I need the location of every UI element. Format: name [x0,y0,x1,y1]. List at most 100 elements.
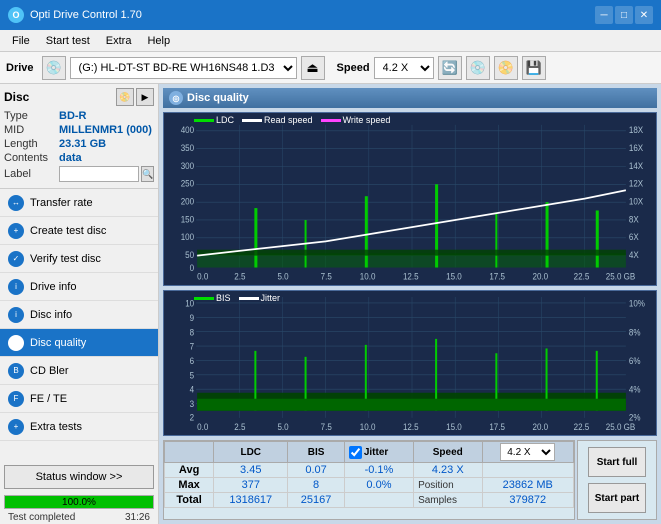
svg-text:50: 50 [185,249,194,260]
svg-text:350: 350 [181,142,194,153]
menu-help[interactable]: Help [139,33,178,49]
app-icon: O [8,7,24,23]
menu-extra[interactable]: Extra [98,33,140,49]
refresh-btn[interactable]: 🔄 [438,56,462,80]
svg-text:4%: 4% [629,384,641,395]
jitter-checkbox[interactable] [349,446,362,459]
drive-select[interactable]: (G:) HL-DT-ST BD-RE WH16NS48 1.D3 [70,57,297,79]
svg-text:4: 4 [190,384,195,395]
svg-text:20.0: 20.0 [532,271,548,282]
svg-text:8X: 8X [629,214,639,225]
legend-ldc-color [194,119,214,122]
drive-label: Drive [6,62,34,74]
nav-disc-info[interactable]: i Disc info [0,301,158,329]
svg-text:8: 8 [190,327,195,338]
nav-icon-fete: F [8,391,24,407]
nav-label-verify: Verify test disc [30,253,101,265]
total-bis: 25167 [288,493,345,508]
disc-mid-row: MID MILLENMR1 (000) [4,124,154,136]
speed-select[interactable]: 4.2 X [374,57,434,79]
nav-cd-bler[interactable]: B CD Bler [0,357,158,385]
panel-icon: ◎ [169,91,183,105]
svg-text:16X: 16X [629,142,643,153]
svg-text:12.5: 12.5 [403,422,419,433]
disc-contents-label: Contents [4,152,59,164]
svg-text:6: 6 [190,356,195,367]
lower-chart-svg: 10 9 8 7 6 5 4 3 2 10% 8% 6% 4% 2% [164,291,656,435]
nav-label-extra: Extra tests [30,421,82,433]
save-btn[interactable]: 💾 [522,56,546,80]
th-speed-select: 4.2 X [482,442,574,463]
nav-extra-tests[interactable]: + Extra tests [0,413,158,441]
svg-text:18X: 18X [629,125,643,136]
stats-row-total: Total 1318617 25167 Samples 379872 [165,493,574,508]
max-bis: 8 [288,478,345,493]
disc2-btn[interactable]: 📀 [494,56,518,80]
start-full-btn[interactable]: Start full [588,447,646,477]
nav-fe-te[interactable]: F FE / TE [0,385,158,413]
jitter-label: Jitter [364,447,388,458]
svg-text:2.5: 2.5 [234,422,245,433]
svg-text:4X: 4X [629,249,639,260]
nav-label-transfer: Transfer rate [30,197,93,209]
avg-ldc: 3.45 [214,463,288,478]
svg-text:10: 10 [185,298,194,309]
menu-start-test[interactable]: Start test [38,33,98,49]
legend-jitter-label: Jitter [261,293,281,303]
svg-text:250: 250 [181,178,194,189]
svg-text:100: 100 [181,232,194,243]
svg-text:10.0: 10.0 [360,422,376,433]
max-position-label: Position [414,478,482,493]
speed-select-stats[interactable]: 4.2 X [500,443,555,461]
svg-text:7.5: 7.5 [321,271,332,282]
disc-icon-btn2[interactable]: ▶ [136,88,154,106]
nav-create-test-disc[interactable]: + Create test disc [0,217,158,245]
legend-write-speed: Write speed [321,115,391,125]
nav-label-drive: Drive info [30,281,76,293]
svg-text:8%: 8% [629,327,641,338]
svg-text:25.0 GB: 25.0 GB [606,422,636,433]
disc-length-label: Length [4,138,59,150]
start-part-btn[interactable]: Start part [588,483,646,513]
th-bis: BIS [288,442,345,463]
speed-label: Speed [337,62,370,74]
svg-text:10%: 10% [629,298,645,309]
svg-text:5.0: 5.0 [277,271,288,282]
close-button[interactable]: ✕ [635,6,653,24]
nav-label-create: Create test disc [30,225,106,237]
disc-icon-btn1[interactable]: 📀 [116,88,134,106]
status-window-btn[interactable]: Status window >> [4,465,154,489]
main-layout: Disc 📀 ▶ Type BD-R MID MILLENMR1 (000) L… [0,84,661,524]
menu-file[interactable]: File [4,33,38,49]
eject-btn[interactable]: ⏏ [301,56,325,80]
disc-label-label: Label [4,168,59,180]
svg-text:10.0: 10.0 [360,271,376,282]
disc-type-value: BD-R [59,110,87,122]
svg-text:22.5: 22.5 [574,271,590,282]
avg-jitter: -0.1% [344,463,413,478]
stats-table: LDC BIS Jitter Speed [163,440,575,520]
nav-disc-quality[interactable]: ★ Disc quality [0,329,158,357]
nav-label-quality: Disc quality [30,337,86,349]
maximize-button[interactable]: □ [615,6,633,24]
nav-verify-test-disc[interactable]: ✓ Verify test disc [0,245,158,273]
stats-area: LDC BIS Jitter Speed [163,440,657,520]
nav-icon-drive: i [8,279,24,295]
avg-label: Avg [165,463,214,478]
disc-label-input[interactable] [59,166,139,182]
legend-bis-label: BIS [216,293,231,303]
th-ldc: LDC [214,442,288,463]
disc-label-btn[interactable]: 🔍 [141,166,154,182]
nav-drive-info[interactable]: i Drive info [0,273,158,301]
svg-text:12X: 12X [629,178,643,189]
status-time: 31:26 [121,511,154,524]
total-ldc: 1318617 [214,493,288,508]
minimize-button[interactable]: ─ [595,6,613,24]
nav-icon-create: + [8,223,24,239]
disc-btn[interactable]: 💿 [466,56,490,80]
th-check: Jitter [344,442,413,463]
menu-bar: File Start test Extra Help [0,30,661,52]
nav-transfer-rate[interactable]: ↔ Transfer rate [0,189,158,217]
drive-icon-btn[interactable]: 💿 [42,56,66,80]
title-bar: O Opti Drive Control 1.70 ─ □ ✕ [0,0,661,30]
